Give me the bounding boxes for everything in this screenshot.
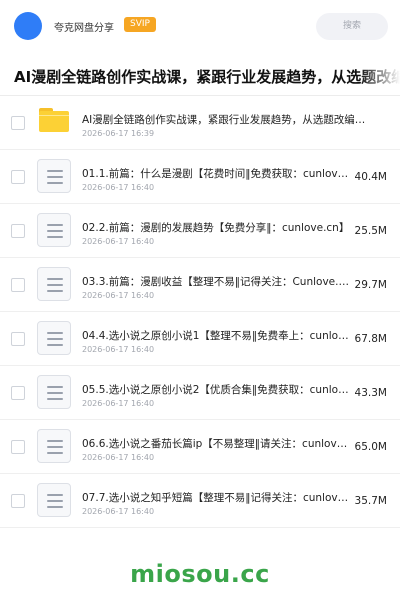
file-name[interactable]: 03.3.前篇：漫剧收益【整理不易‖记得关注：Cunlove.cn】	[82, 274, 352, 289]
file-name[interactable]: 05.5.选小说之原创小说2【优质合集‖免费获取：cunlove.cn】	[82, 382, 352, 397]
document-icon	[37, 375, 71, 409]
document-icon	[37, 213, 71, 247]
file-date: 2026-06-17 16:39	[82, 129, 155, 138]
file-name[interactable]: 07.7.选小说之知乎短篇【整理不易‖记得关注：cunlove.cn】	[82, 490, 352, 505]
title-bar: AI漫剧全链路创作实战课，紧跟行业发展趋势，从选题改编	[0, 60, 400, 94]
file-row[interactable]: 04.4.选小说之原创小说1【整理不易‖免费奉上：cunlove.cn】 202…	[0, 312, 400, 366]
file-date: 2026-06-17 16:40	[82, 291, 155, 300]
select-checkbox[interactable]	[11, 116, 25, 130]
document-icon	[37, 159, 71, 193]
select-checkbox[interactable]	[11, 278, 25, 292]
title-fade	[360, 60, 400, 94]
username: 夸克网盘分享	[54, 23, 114, 34]
file-size: 29.7M	[354, 279, 387, 291]
file-row[interactable]: 06.6.选小说之番茄长篇ip【不易整理‖请关注：cunlove.cn】 202…	[0, 420, 400, 474]
folder-icon	[39, 108, 69, 132]
file-date: 2026-06-17 16:40	[82, 237, 155, 246]
file-row[interactable]: 03.3.前篇：漫剧收益【整理不易‖记得关注：Cunlove.cn】 2026-…	[0, 258, 400, 312]
svip-badge: SVIP	[124, 17, 156, 32]
document-icon	[37, 429, 71, 463]
search-input[interactable]: 搜索	[316, 13, 388, 40]
select-checkbox[interactable]	[11, 332, 25, 346]
file-row[interactable]: AI漫剧全链路创作实战课，紧跟行业发展趋势，从选题改编… 2026-06-17 …	[0, 96, 400, 150]
avatar[interactable]	[14, 12, 42, 40]
file-list: AI漫剧全链路创作实战课，紧跟行业发展趋势，从选题改编… 2026-06-17 …	[0, 96, 400, 528]
select-checkbox[interactable]	[11, 494, 25, 508]
file-name[interactable]: AI漫剧全链路创作实战课，紧跟行业发展趋势，从选题改编…	[82, 112, 382, 127]
file-row[interactable]: 07.7.选小说之知乎短篇【整理不易‖记得关注：cunlove.cn】 2026…	[0, 474, 400, 528]
file-size: 43.3M	[354, 387, 387, 399]
watermark: miosou.cc	[130, 560, 270, 588]
file-name[interactable]: 06.6.选小说之番茄长篇ip【不易整理‖请关注：cunlove.cn】	[82, 436, 352, 451]
select-checkbox[interactable]	[11, 386, 25, 400]
file-name[interactable]: 02.2.前篇：漫剧的发展趋势【免费分享‖：cunlove.cn】	[82, 220, 352, 235]
document-icon	[37, 483, 71, 517]
select-checkbox[interactable]	[11, 170, 25, 184]
file-size: 25.5M	[354, 225, 387, 237]
file-row[interactable]: 01.1.前篇：什么是漫剧【花费时间‖免费获取：cunlove.cn】 2026…	[0, 150, 400, 204]
file-size: 65.0M	[354, 441, 387, 453]
file-size: 35.7M	[354, 495, 387, 507]
file-size: 67.8M	[354, 333, 387, 345]
file-name[interactable]: 04.4.选小说之原创小说1【整理不易‖免费奉上：cunlove.cn】	[82, 328, 352, 343]
file-row[interactable]: 02.2.前篇：漫剧的发展趋势【免费分享‖：cunlove.cn】 2026-0…	[0, 204, 400, 258]
document-icon	[37, 321, 71, 355]
file-size: 40.4M	[354, 171, 387, 183]
file-date: 2026-06-17 16:40	[82, 399, 155, 408]
select-checkbox[interactable]	[11, 224, 25, 238]
page-title: AI漫剧全链路创作实战课，紧跟行业发展趋势，从选题改编	[14, 68, 400, 86]
select-checkbox[interactable]	[11, 440, 25, 454]
file-name[interactable]: 01.1.前篇：什么是漫剧【花费时间‖免费获取：cunlove.cn】	[82, 166, 352, 181]
top-bar: 夸克网盘分享 SVIP 搜索	[0, 0, 400, 52]
file-row[interactable]: 05.5.选小说之原创小说2【优质合集‖免费获取：cunlove.cn】 202…	[0, 366, 400, 420]
file-date: 2026-06-17 16:40	[82, 183, 155, 192]
document-icon	[37, 267, 71, 301]
file-date: 2026-06-17 16:40	[82, 507, 155, 516]
file-date: 2026-06-17 16:40	[82, 345, 155, 354]
file-date: 2026-06-17 16:40	[82, 453, 155, 462]
